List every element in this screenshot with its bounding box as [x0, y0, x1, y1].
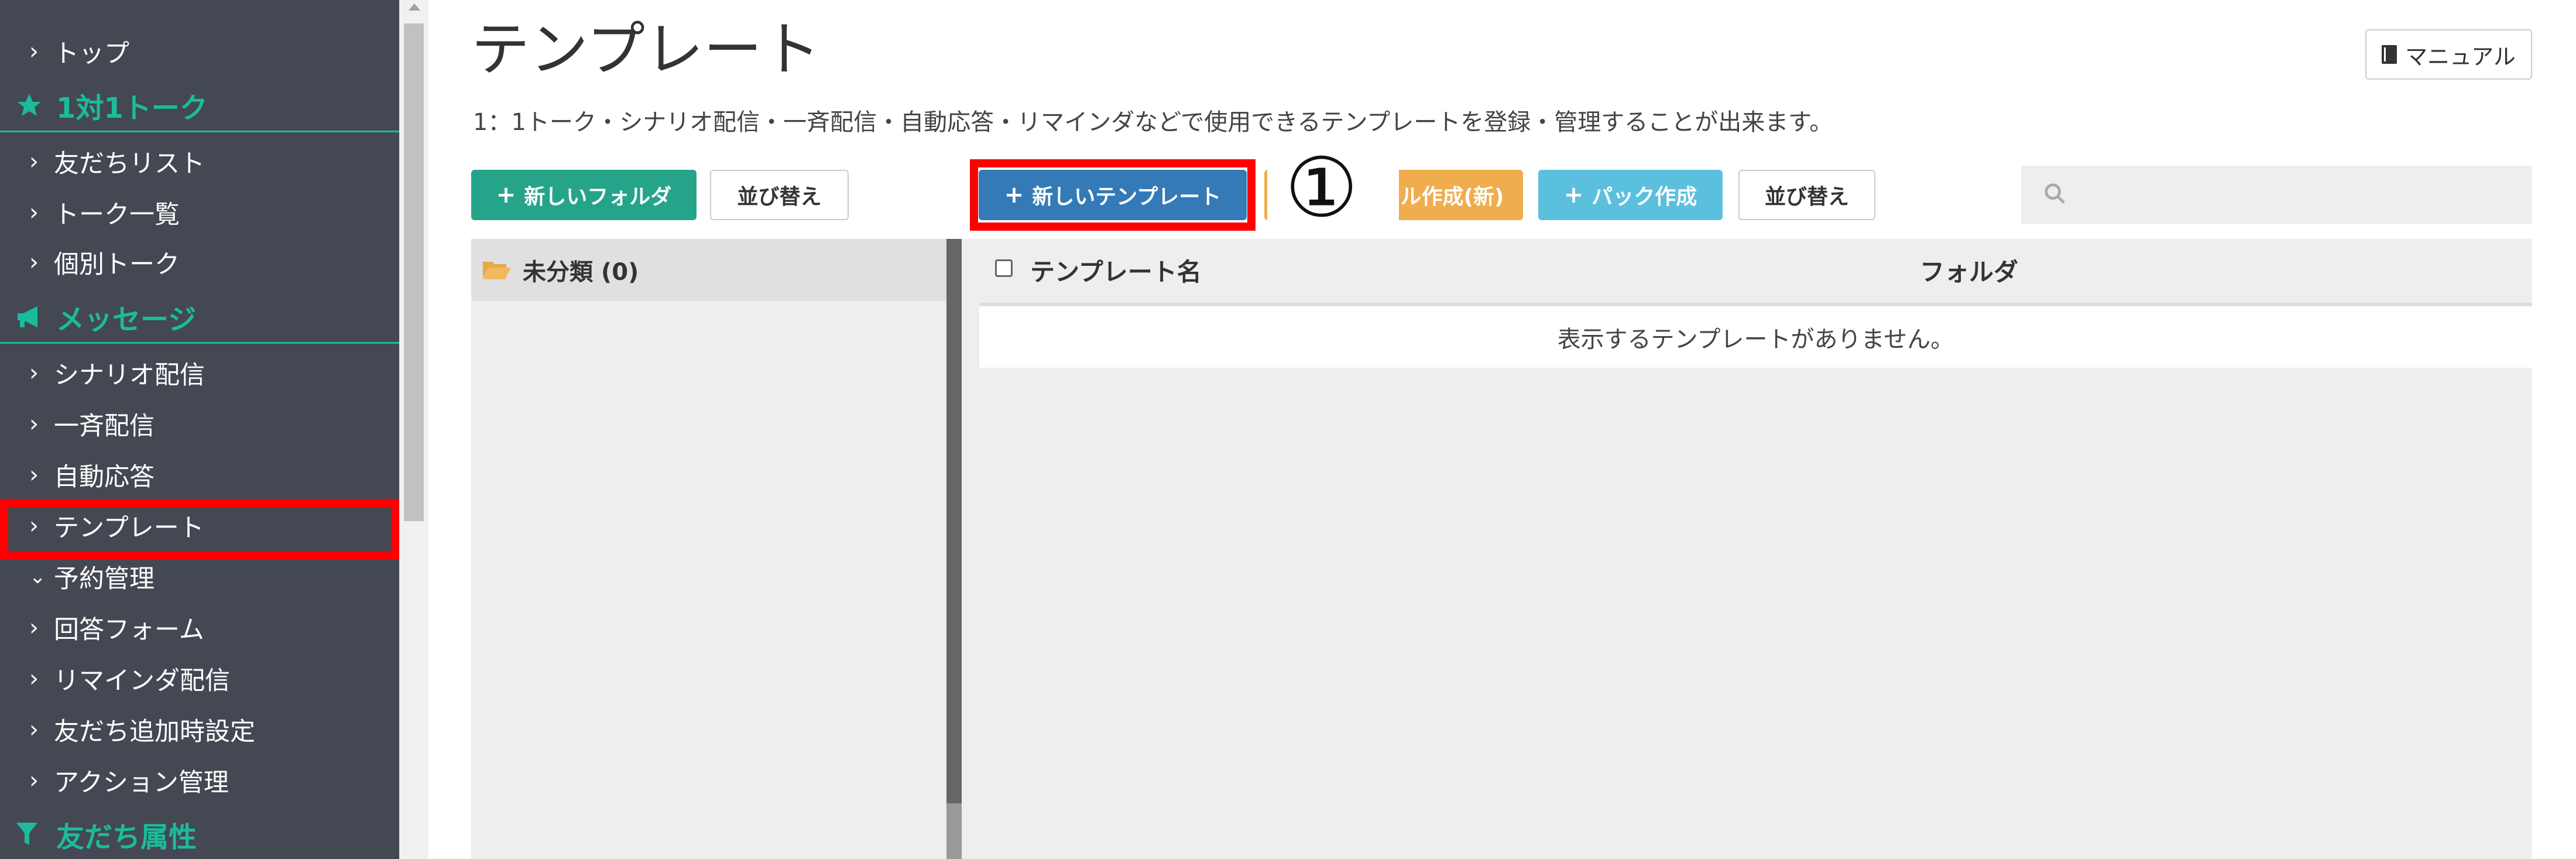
sort-folders-label: 並び替え: [737, 185, 822, 209]
chevron-down-icon: ⌄: [29, 565, 46, 588]
sidebar-section-label: 1対1トーク: [56, 91, 208, 125]
star-icon: [15, 91, 56, 119]
sort-templates-label: 並び替え: [1764, 185, 1849, 209]
sidebar-item-label: 個別トーク: [54, 250, 180, 279]
sidebar-item-label: トップ: [54, 39, 129, 69]
chevron-right-icon: ›: [29, 767, 39, 794]
carousel-create-label: ル作成(新): [1400, 185, 1504, 209]
chevron-right-icon: ›: [29, 148, 39, 175]
chevron-right-icon: ›: [29, 665, 39, 692]
chevron-right-icon: ›: [29, 614, 39, 641]
sidebar-item-answer-form[interactable]: › 回答フォーム: [0, 604, 399, 651]
chevron-right-icon: ›: [29, 410, 39, 437]
chevron-right-icon: ›: [29, 360, 39, 386]
folder-item-uncategorized[interactable]: 未分類 (0): [471, 239, 946, 301]
sidebar-item-scenario[interactable]: › シナリオ配信: [0, 350, 399, 396]
search-icon: [2045, 183, 2065, 204]
manual-button[interactable]: マニュアル: [2365, 29, 2532, 80]
sidebar-item-label: シナリオ配信: [54, 361, 205, 390]
new-template-label: 新しいテンプレート: [1032, 185, 1222, 209]
sidebar-item-action-management[interactable]: › アクション管理: [0, 757, 399, 804]
book-icon: [2382, 45, 2397, 64]
sidebar-item-label: 予約管理: [54, 564, 155, 594]
sidebar-item-individual-talk[interactable]: › 個別トーク: [0, 239, 399, 286]
sidebar-item-label: 回答フォーム: [54, 615, 204, 645]
page-title: テンプレート: [471, 15, 821, 84]
plus-icon: +: [1563, 182, 1584, 208]
sidebar-section-message: メッセージ: [0, 291, 399, 344]
table-empty-message: 表示するテンプレートがありません。: [979, 306, 2532, 368]
sidebar-section-label: 友だち属性: [56, 821, 197, 854]
sidebar-item-template[interactable]: › テンプレート: [0, 502, 399, 549]
table-header: [979, 239, 2532, 306]
sidebar-section-label: メッセージ: [56, 303, 197, 336]
folder-panel: [471, 239, 946, 859]
pack-create-label: パック作成: [1591, 185, 1697, 209]
chevron-right-icon: ›: [29, 512, 39, 539]
column-header-folder[interactable]: フォルダ: [1920, 252, 2018, 293]
sidebar-section-one-on-one-talk: 1対1トーク: [0, 80, 399, 132]
sidebar: › トップ 1対1トーク › 友だちリスト › トーク一覧 › 個別トーク メッ…: [0, 0, 399, 859]
plus-icon: +: [1004, 182, 1024, 208]
sidebar-item-label: トーク一覧: [54, 200, 180, 230]
sidebar-item-auto-reply[interactable]: › 自動応答: [0, 451, 399, 498]
sidebar-item-reminder[interactable]: › リマインダ配信: [0, 655, 399, 702]
sidebar-item-label: アクション管理: [54, 768, 229, 798]
manual-button-label: マニュアル: [2405, 43, 2516, 70]
sidebar-item-label: テンプレート: [54, 514, 204, 543]
sidebar-item-talk-list[interactable]: › トーク一覧: [0, 189, 399, 236]
chevron-right-icon: ›: [29, 38, 39, 65]
sidebar-section-friend-attributes: 友だち属性: [0, 808, 399, 859]
panel-divider-scroll: [946, 803, 962, 859]
sidebar-scrollbar-thumb[interactable]: [404, 23, 424, 521]
search-input[interactable]: [2021, 166, 2532, 224]
sidebar-item-broadcast[interactable]: › 一斉配信: [0, 401, 399, 447]
sidebar-item-top[interactable]: › トップ: [0, 28, 399, 75]
sidebar-item-label: 一斉配信: [54, 412, 155, 441]
sort-folders-button[interactable]: 並び替え: [710, 170, 849, 220]
annotation-marker: ①: [1285, 141, 1359, 236]
new-folder-button[interactable]: + 新しいフォルダ: [471, 170, 697, 220]
chevron-right-icon: ›: [29, 716, 39, 743]
sidebar-item-friend-add-settings[interactable]: › 友だち追加時設定: [0, 706, 399, 753]
folder-item-label: 未分類 (0): [523, 259, 639, 286]
folder-open-icon: [483, 262, 511, 279]
chevron-right-icon: ›: [29, 461, 39, 488]
page-description: 1：1トーク・シナリオ配信・一斉配信・自動応答・リマインダなどで使用できるテンプ…: [473, 109, 1833, 136]
filter-icon: [15, 822, 56, 847]
sidebar-item-label: 友だち追加時設定: [54, 717, 255, 747]
plus-icon: +: [496, 182, 516, 208]
sidebar-item-reservation[interactable]: ⌄ 予約管理: [0, 553, 399, 600]
panel-divider[interactable]: [946, 239, 962, 859]
chevron-right-icon: ›: [29, 249, 39, 276]
pack-create-button[interactable]: + パック作成: [1538, 170, 1723, 220]
sidebar-item-friend-list[interactable]: › 友だちリスト: [0, 138, 399, 185]
new-template-button[interactable]: + 新しいテンプレート: [979, 170, 1247, 220]
sidebar-item-label: 自動応答: [54, 463, 155, 492]
scroll-up-arrow-icon[interactable]: [409, 4, 420, 11]
new-folder-label: 新しいフォルダ: [524, 185, 672, 209]
megaphone-icon: [15, 304, 56, 330]
sidebar-item-label: 友だちリスト: [54, 149, 205, 179]
sidebar-item-label: リマインダ配信: [54, 666, 230, 696]
column-header-template-name[interactable]: テンプレート名: [1030, 252, 1202, 293]
chevron-right-icon: ›: [29, 199, 39, 226]
sort-templates-button[interactable]: 並び替え: [1738, 170, 1875, 220]
select-all-checkbox[interactable]: [995, 259, 1013, 277]
